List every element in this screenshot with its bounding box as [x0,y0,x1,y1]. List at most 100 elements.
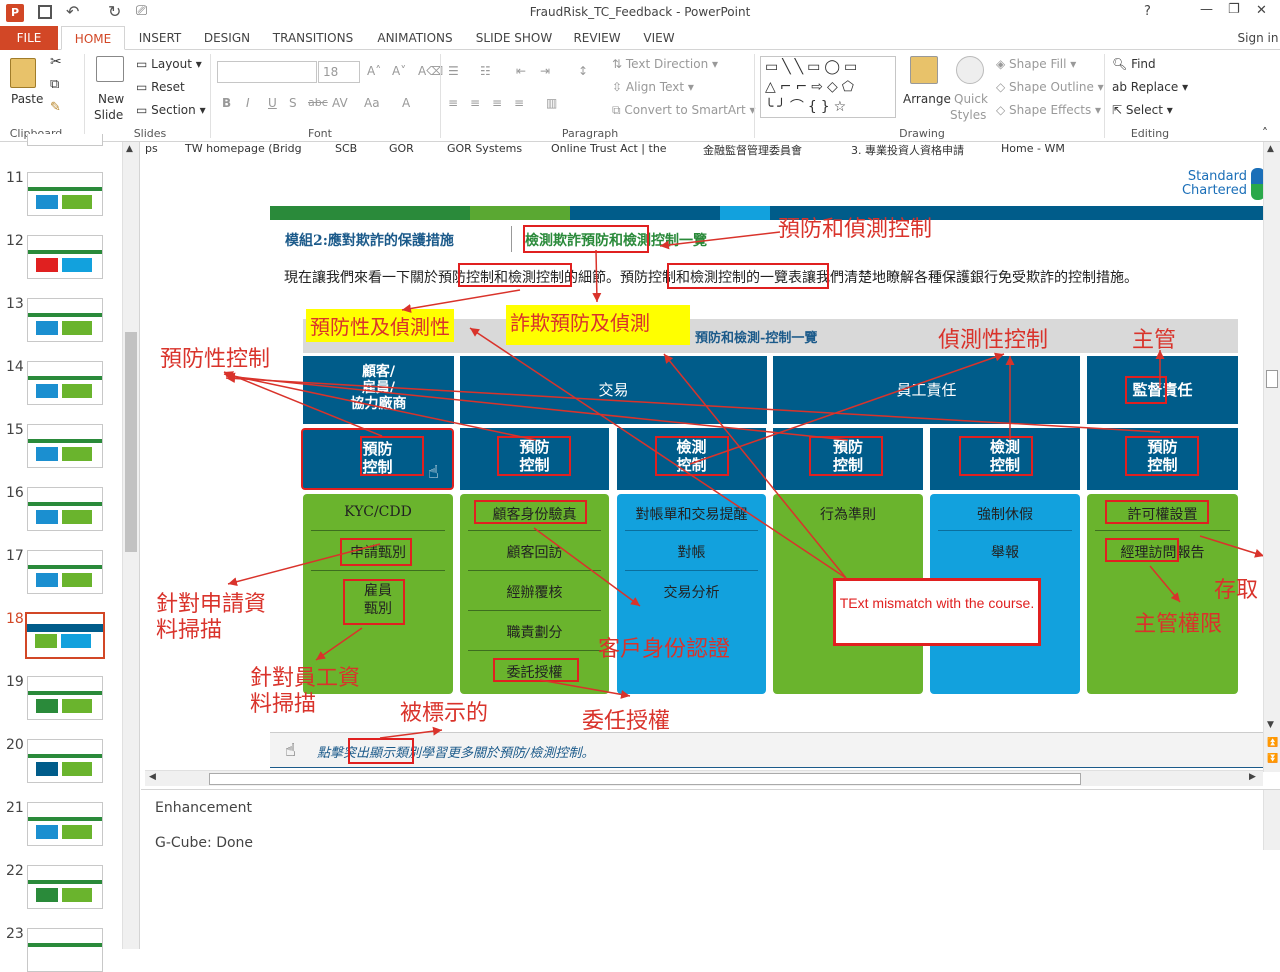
copy-icon[interactable]: ⧉ [50,77,59,92]
next-slide-icon[interactable]: ⏬ [1267,754,1278,764]
item-customer-callback[interactable]: 顧客回訪 [460,542,609,562]
prev-slide-icon[interactable]: ⏫ [1267,738,1278,748]
item-reconciliation[interactable]: 對帳 [617,542,766,562]
bookmark-item[interactable]: 金融監督管理委員會 [703,142,802,158]
thumbnail-scrollbar[interactable]: ▲ [122,142,139,949]
layout-button[interactable]: ▭ Layout ▾ [136,57,202,71]
new-slide-icon[interactable] [96,56,124,82]
save-icon[interactable] [38,5,52,19]
collapse-ribbon-icon[interactable]: ˄ [1262,126,1268,140]
shape-outline-button[interactable]: ◇ Shape Outline ▾ [996,80,1104,94]
help-button[interactable]: ? [1144,4,1151,19]
char-spacing-icon[interactable]: AV [332,96,348,110]
tab-file[interactable]: FILE [0,26,58,50]
slide-thumbnail[interactable] [27,361,103,405]
bookmark-item[interactable]: SCB [335,142,357,155]
bookmark-item[interactable]: Home - WM [1001,142,1065,155]
undo-icon[interactable]: ↶ [66,2,79,21]
item-mandatory-leave[interactable]: 強制休假 [930,504,1080,524]
decrease-indent-icon[interactable]: ⇤ [516,64,526,78]
item-code-of-conduct[interactable]: 行為準則 [773,504,923,524]
tab-insert[interactable]: INSERT [132,26,188,50]
slide-thumbnail[interactable] [27,865,103,909]
tab-transitions[interactable]: TRANSITIONS [268,26,358,50]
find-button[interactable]: 🔍︎ Find [1112,57,1156,71]
slide-vertical-scrollbar[interactable]: ▲ ▼ ⏫ ⏬ [1263,142,1280,772]
underline-icon[interactable]: U [268,96,277,110]
slide-thumbnail[interactable] [27,550,103,594]
header-employee[interactable]: 員工責任 [773,356,1080,424]
grow-font-icon[interactable]: A˄ [367,64,381,78]
slide-thumbnail[interactable] [27,928,103,972]
slide-thumbnail[interactable] [27,802,103,846]
align-center-icon[interactable]: ≡ [470,96,480,110]
shape-effects-button[interactable]: ◇ Shape Effects ▾ [996,103,1101,117]
restore-button[interactable]: ❐ [1228,2,1240,17]
slide-thumbnail[interactable] [27,424,103,468]
font-name-input[interactable] [217,61,317,83]
scroll-up-icon[interactable]: ▲ [126,144,133,154]
arrange-button[interactable]: Arrange [903,92,951,106]
slide-thumbnail[interactable] [27,172,103,216]
tab-slide-show[interactable]: SLIDE SHOW [472,26,556,50]
notes-scrollbar[interactable] [1263,790,1280,850]
scrollbar-thumb[interactable] [125,332,137,552]
new-slide-button[interactable]: New [98,92,124,106]
shrink-font-icon[interactable]: A˅ [392,64,406,78]
notes-pane[interactable]: Enhancement G-Cube: Done [141,789,1280,949]
bookmark-item[interactable]: GOR Systems [447,142,522,155]
quick-styles-button-line2[interactable]: Styles [950,108,986,122]
slide-thumbnail[interactable] [27,235,103,279]
slide-horizontal-scrollbar[interactable]: ◀ ▶ [145,770,1263,786]
numbering-icon[interactable]: ☷ [480,64,491,78]
arrange-icon[interactable] [910,56,938,84]
align-right-icon[interactable]: ≡ [492,96,502,110]
font-color-icon[interactable]: A [402,96,410,110]
scroll-down-icon[interactable]: ▼ [1267,720,1274,730]
section-button[interactable]: ▭ Section ▾ [136,103,206,117]
quick-styles-icon[interactable] [956,56,984,84]
slide-thumbnail[interactable] [27,298,103,342]
align-text-button[interactable]: ⇳ Align Text ▾ [612,80,694,94]
scroll-left-icon[interactable]: ◀ [149,772,156,782]
shape-fill-button[interactable]: ◈ Shape Fill ▾ [996,57,1076,71]
close-button[interactable]: ✕ [1256,3,1267,18]
tab-home[interactable]: HOME [61,26,125,50]
tab-animations[interactable]: ANIMATIONS [370,26,460,50]
bookmark-item[interactable]: ps [145,142,158,155]
bold-icon[interactable]: B [222,96,231,110]
tab-review[interactable]: REVIEW [568,26,626,50]
new-slide-button-line2[interactable]: Slide [94,108,123,122]
convert-smartart-button[interactable]: ⧉ Convert to SmartArt ▾ [612,103,756,118]
line-spacing-icon[interactable]: ↕ [578,64,588,78]
justify-icon[interactable]: ≡ [514,96,524,110]
align-left-icon[interactable]: ≡ [448,96,458,110]
bookmark-item[interactable]: Online Trust Act | the [551,142,667,155]
item-segregation-duties[interactable]: 職責劃分 [460,622,609,642]
scroll-up-icon[interactable]: ▲ [1267,144,1274,154]
scroll-right-icon[interactable]: ▶ [1249,772,1256,782]
strikethrough-icon[interactable]: abc [308,96,328,109]
mismatch-callout[interactable]: TExt mismatch with the course. [833,578,1041,646]
item-whistleblowing[interactable]: 舉報 [930,542,1080,562]
replace-button[interactable]: ab Replace ▾ [1112,80,1188,94]
slide-thumbnail[interactable] [27,134,103,146]
item-maker-checker[interactable]: 經辦覆核 [460,582,609,602]
minimize-button[interactable]: — [1200,2,1213,17]
slide-thumbnail-current[interactable] [25,612,105,659]
item-statements-alerts[interactable]: 對帳單和交易提醒 [617,504,766,524]
cut-icon[interactable]: ✂ [50,54,62,70]
select-button[interactable]: ⇱ Select ▾ [1112,103,1173,117]
present-icon[interactable]: ⎚ [136,3,147,19]
bullets-icon[interactable]: ☰ [448,64,459,78]
increase-indent-icon[interactable]: ⇥ [540,64,550,78]
slide-thumbnail[interactable] [27,487,103,531]
bookmark-item[interactable]: 3. 專業投資人資格申請 [851,142,964,158]
paste-icon[interactable] [10,58,36,88]
format-painter-icon[interactable]: ✎ [50,100,61,115]
header-customers[interactable]: 顧客/ 雇員/ 協力廠商 [303,356,454,424]
h-scrollbar-thumb[interactable] [209,773,1081,785]
columns-icon[interactable]: ▥ [546,96,557,110]
text-direction-button[interactable]: ⇅ Text Direction ▾ [612,57,718,71]
shadow-icon[interactable]: S [289,96,297,110]
